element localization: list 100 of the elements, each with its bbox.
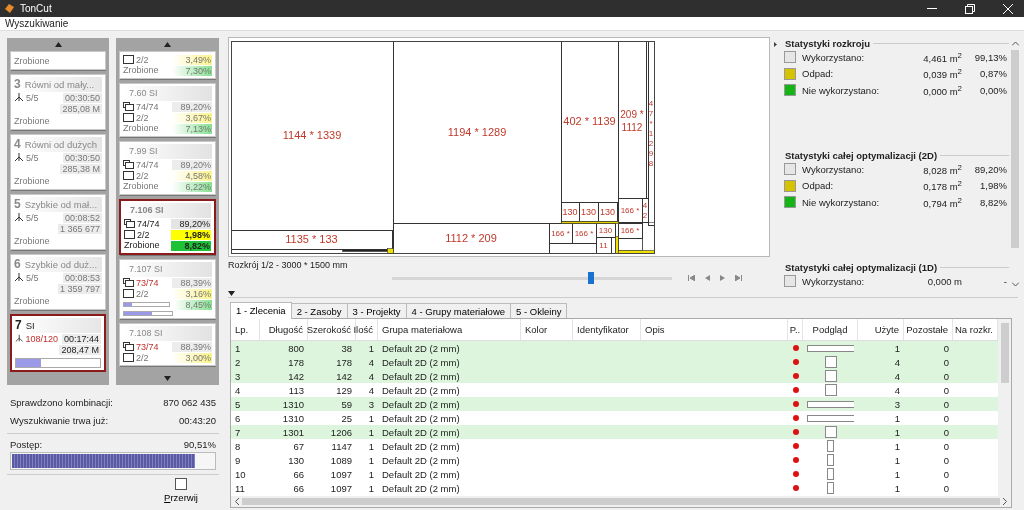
group-card[interactable]: 6 Szybkie od duż... 5/5 00:08:53 1 359 797 Zrobione <box>10 254 106 310</box>
last-page-icon[interactable] <box>735 275 742 281</box>
piece-label: 166 * <box>574 228 594 238</box>
slider-thumb[interactable] <box>587 271 594 284</box>
column-header[interactable]: Ilość <box>353 324 373 335</box>
table-cell: Default 2D (2 mm) <box>382 342 460 354</box>
tab[interactable]: 5 - Okleiny <box>510 303 568 318</box>
table-cell: 4 <box>894 384 900 396</box>
menu-item[interactable]: Wyszukiwanie <box>5 18 69 29</box>
column-header[interactable]: Opis <box>645 324 665 335</box>
table-row[interactable]: 11 66 1097 1 Default 2D (2 mm) 1 0 <box>231 481 998 495</box>
column-header[interactable]: Grupa materiałowa <box>382 324 463 335</box>
table-row[interactable]: 9 130 1089 1 Default 2D (2 mm) 1 0 <box>231 453 998 467</box>
tab[interactable]: 4 - Grupy materiałowe <box>405 303 512 318</box>
tab[interactable]: 3 - Projekty <box>346 303 407 318</box>
status-label: Zrobione <box>14 116 51 127</box>
group-card[interactable]: 5 Szybkie od mał... 5/5 00:08:52 1 365 677 Zrobione <box>10 194 106 250</box>
horizontal-scrollbar[interactable] <box>231 496 1011 507</box>
scroll-thumb[interactable] <box>242 498 1000 505</box>
status-dot <box>792 415 799 421</box>
scroll-right-icon[interactable] <box>1003 498 1007 505</box>
status-label: Zrobione <box>124 240 160 251</box>
next-icon[interactable] <box>720 275 725 281</box>
section-title: Statystyki całej optymalizacji (1D) <box>785 261 938 273</box>
summary-value: 870 062 435 <box>163 396 216 408</box>
result-card[interactable]: 7.106 SI 74/74 89,20% 2/2 1,98% Zrobione 8,82% <box>119 199 216 255</box>
waste-percent: 4,58% <box>172 170 212 181</box>
piece-label: 1112 * 209 <box>445 231 497 244</box>
result-card[interactable]: 7.60 SI 74/74 89,20% 2/2 3,67% Zrobione 7,13% <box>119 83 216 137</box>
expand-icon[interactable] <box>774 41 777 47</box>
table-row[interactable]: 2 178 178 4 Default 2D (2 mm) 4 0 <box>231 355 998 369</box>
column-header[interactable]: Szerokość <box>306 324 351 335</box>
result-card[interactable]: 2/2 3,49% Zrobione 7,30% <box>119 51 216 79</box>
result-card[interactable]: 7.107 SI 73/74 88,39% 2/2 3,16% 8,45% <box>119 259 216 319</box>
table-row[interactable]: 6 1310 25 1 Default 2D (2 mm) 1 0 <box>231 411 998 425</box>
group-card[interactable]: Zrobione <box>10 51 106 70</box>
table-cell: 4 <box>368 370 374 382</box>
status-dot <box>792 373 799 379</box>
restore-icon[interactable] <box>964 3 975 14</box>
table-cell: 8 <box>235 440 241 452</box>
parts-icon <box>123 160 134 169</box>
column-header[interactable]: Użyte <box>874 324 899 335</box>
previous-icon[interactable] <box>705 275 710 281</box>
scroll-down-icon[interactable] <box>164 376 171 381</box>
table-row[interactable]: 5 1310 59 3 Default 2D (2 mm) 3 0 <box>231 397 998 411</box>
stat-percent: 89,20% <box>973 163 1007 175</box>
app-logo-icon <box>4 3 15 14</box>
table-cell: 10 <box>235 468 246 480</box>
column-header[interactable]: Lp. <box>235 324 249 335</box>
piece-label: 1144 * 1339 <box>282 129 342 142</box>
piece-preview-icon <box>824 384 837 396</box>
table-cell: Default 2D (2 mm) <box>382 370 460 382</box>
vertical-scrollbar[interactable] <box>998 319 1011 496</box>
stat-value: 8,028 m$^{2}$ <box>922 162 962 176</box>
group-card[interactable]: 4 Równi od dużych 5/5 00:30:50 285,38 M Zrobione <box>10 134 106 190</box>
progress-value: 90,51% <box>183 438 216 450</box>
group-card[interactable]: 7 SI 108/120 00:17:44 208,47 M <box>10 314 106 372</box>
result-card[interactable]: 7.108 SI 73/74 88,39% 2/2 3,00% <box>119 323 216 366</box>
scroll-thumb[interactable] <box>1011 50 1019 248</box>
table-row[interactable]: 3 142 142 4 Default 2D (2 mm) 4 0 <box>231 369 998 383</box>
tab[interactable]: 1 - Zlecenia <box>230 302 292 319</box>
close-icon[interactable] <box>1002 3 1013 14</box>
scroll-up-icon[interactable] <box>164 42 171 47</box>
first-page-icon[interactable] <box>688 275 695 281</box>
group-card[interactable]: 3 Równi od mały... 5/5 00:30:50 285,08 M Zrobione <box>10 74 106 130</box>
column-header[interactable]: Pozostałe <box>906 324 948 335</box>
stat-value: 0,000 m <box>926 275 962 287</box>
stop-button[interactable]: Przerwij <box>161 478 201 503</box>
stat-value: 0,000 m$^{2}$ <box>922 83 962 97</box>
table-cell: 1 <box>894 426 900 438</box>
table-row[interactable]: 10 66 1097 1 Default 2D (2 mm) 1 0 <box>231 467 998 481</box>
group-title: Szybkie od mał... <box>24 199 98 210</box>
table-row[interactable]: 4 113 129 4 Default 2D (2 mm) 4 0 <box>231 383 998 397</box>
table-row[interactable]: 8 67 1147 1 Default 2D (2 mm) 1 0 <box>231 439 998 453</box>
table-cell: 4 <box>894 370 900 382</box>
piece-preview-icon <box>827 468 834 480</box>
piece-preview-icon <box>827 482 834 494</box>
column-header[interactable]: Identyfikator <box>577 324 629 335</box>
result-card[interactable]: 7.99 SI 74/74 89,20% 2/2 4,58% Zrobione 6,22% <box>119 141 216 195</box>
table-row[interactable]: 1 800 38 1 Default 2D (2 mm) 1 0 <box>231 341 998 355</box>
table-cell: Default 2D (2 mm) <box>382 384 460 396</box>
column-header[interactable]: Długość <box>268 324 303 335</box>
square-icon <box>175 478 187 490</box>
column-header[interactable]: Na rozkr. <box>955 324 993 335</box>
minimize-icon[interactable] <box>926 8 937 9</box>
column-header[interactable]: P.. <box>789 324 801 335</box>
table-row[interactable]: 7 1301 1206 1 Default 2D (2 mm) 1 0 <box>231 425 998 439</box>
table-cell: 66 <box>293 482 304 494</box>
scroll-thumb[interactable] <box>1000 323 1009 383</box>
group-count: 5/5 <box>26 272 39 283</box>
collapse-icon[interactable] <box>228 290 235 296</box>
parts-icon <box>123 342 134 351</box>
table-cell: 4 <box>894 356 900 368</box>
table-cell: 38 <box>341 342 352 354</box>
column-header[interactable]: Kolor <box>525 324 548 335</box>
scroll-up-icon[interactable] <box>54 42 62 47</box>
tab[interactable]: 2 - Zasoby <box>290 303 348 318</box>
table-cell: Default 2D (2 mm) <box>382 468 460 480</box>
scroll-left-icon[interactable] <box>235 498 239 505</box>
column-header[interactable]: Podgląd <box>812 324 848 335</box>
